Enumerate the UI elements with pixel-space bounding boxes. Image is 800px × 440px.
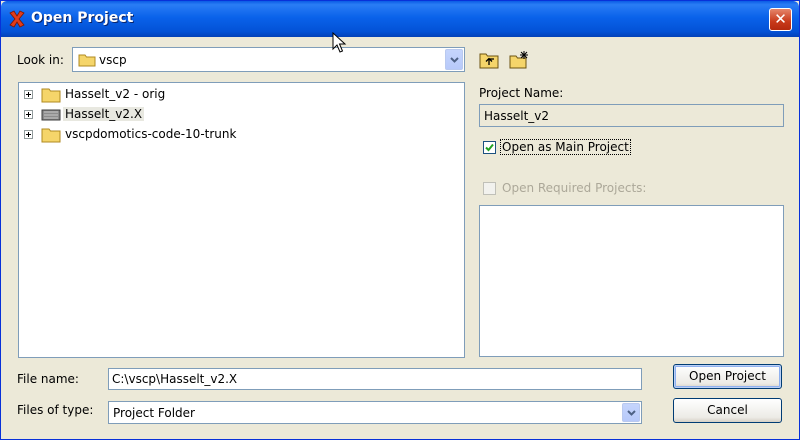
open-project-dialog: Open Project ✕ Look in: vscp Hasselt_v2 … <box>0 0 800 440</box>
mouse-cursor-icon <box>332 32 347 53</box>
chevron-down-icon <box>627 409 636 416</box>
tree-item[interactable]: Hasselt_v2.X <box>19 105 459 125</box>
expand-icon[interactable] <box>24 110 33 119</box>
look-in-label: Look in: <box>17 53 64 67</box>
look-in-value: vscp <box>99 52 127 67</box>
close-icon: ✕ <box>774 10 787 28</box>
folder-icon <box>41 128 61 143</box>
project-name-field: Hasselt_v2 <box>479 104 784 127</box>
files-of-type-label: Files of type: <box>17 403 94 417</box>
open-project-button[interactable]: Open Project <box>673 364 782 389</box>
expand-icon[interactable] <box>24 90 33 99</box>
close-button[interactable]: ✕ <box>769 8 792 31</box>
tree-item[interactable]: Hasselt_v2 - orig <box>19 85 459 105</box>
tree-item[interactable]: vscpdomotics-code-10-trunk <box>19 125 459 145</box>
file-name-label: File name: <box>17 372 79 386</box>
expand-icon[interactable] <box>24 130 33 139</box>
up-one-level-icon[interactable] <box>478 50 500 70</box>
project-chip-icon <box>41 109 61 121</box>
project-name-value: Hasselt_v2 <box>484 109 550 123</box>
title-bar[interactable]: Open Project ✕ <box>1 1 799 37</box>
required-projects-list[interactable] <box>479 205 784 357</box>
open-required-label: Open Required Projects: <box>502 181 647 195</box>
window-title: Open Project <box>31 10 134 26</box>
cancel-button[interactable]: Cancel <box>673 398 782 423</box>
open-as-main-label[interactable]: Open as Main Project <box>500 139 631 155</box>
files-of-type-dropdown-button[interactable] <box>622 403 640 422</box>
project-tree[interactable]: Hasselt_v2 - orig Hasselt_v2.X vscpdomot… <box>18 82 465 358</box>
checkmark-icon <box>485 143 494 152</box>
tree-item-label: Hasselt_v2 - orig <box>65 87 166 101</box>
folder-icon <box>41 88 61 103</box>
tree-item-label: vscpdomotics-code-10-trunk <box>65 127 237 141</box>
look-in-dropdown-button[interactable] <box>445 49 463 70</box>
file-name-field[interactable] <box>108 368 642 390</box>
open-as-main-checkbox[interactable] <box>483 141 496 154</box>
project-name-label: Project Name: <box>479 86 564 100</box>
chevron-down-icon <box>450 56 459 63</box>
files-of-type-combo[interactable]: Project Folder <box>108 401 642 424</box>
folder-icon <box>78 54 96 67</box>
app-logo-icon <box>9 10 25 28</box>
files-of-type-value: Project Folder <box>113 405 195 420</box>
create-new-folder-icon[interactable] <box>508 50 530 70</box>
tree-item-label: Hasselt_v2.X <box>63 107 145 121</box>
look-in-combo[interactable]: vscp <box>72 47 465 72</box>
open-required-checkbox[interactable] <box>483 182 496 195</box>
file-name-input[interactable] <box>109 369 641 389</box>
